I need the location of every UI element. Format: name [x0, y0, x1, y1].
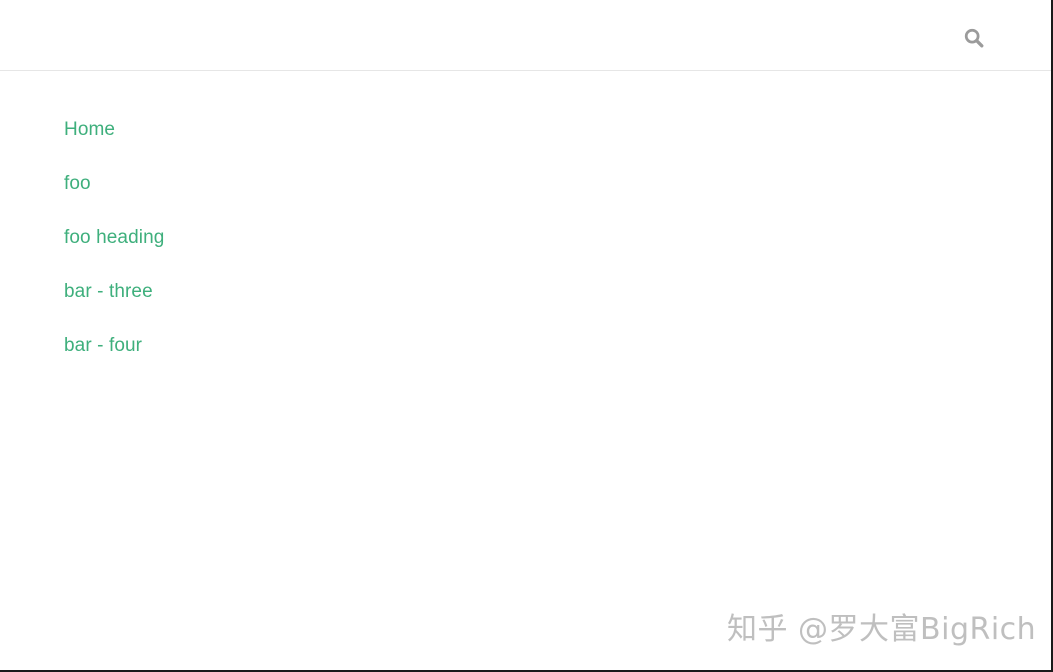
sidebar-item-foo: foo [64, 157, 164, 211]
sidebar-link-bar-three[interactable]: bar - three [64, 281, 153, 302]
navbar [0, 0, 1051, 71]
sidebar-link-foo-heading[interactable]: foo heading [64, 227, 164, 248]
sidebar-item-bar-three: bar - three [64, 265, 164, 319]
sidebar-links: Home foo foo heading bar - three bar - f… [64, 103, 164, 373]
sidebar-item-bar-four: bar - four [64, 319, 164, 373]
sidebar-link-bar-four[interactable]: bar - four [64, 335, 142, 356]
sidebar-link-foo[interactable]: foo [64, 173, 91, 194]
search-icon [964, 28, 984, 48]
sidebar-item-home: Home [64, 103, 164, 157]
watermark: 知乎 @罗大富BigRich [727, 612, 1037, 647]
search-button[interactable] [958, 22, 990, 54]
sidebar-link-home[interactable]: Home [64, 119, 115, 140]
sidebar-item-foo-heading: foo heading [64, 211, 164, 265]
